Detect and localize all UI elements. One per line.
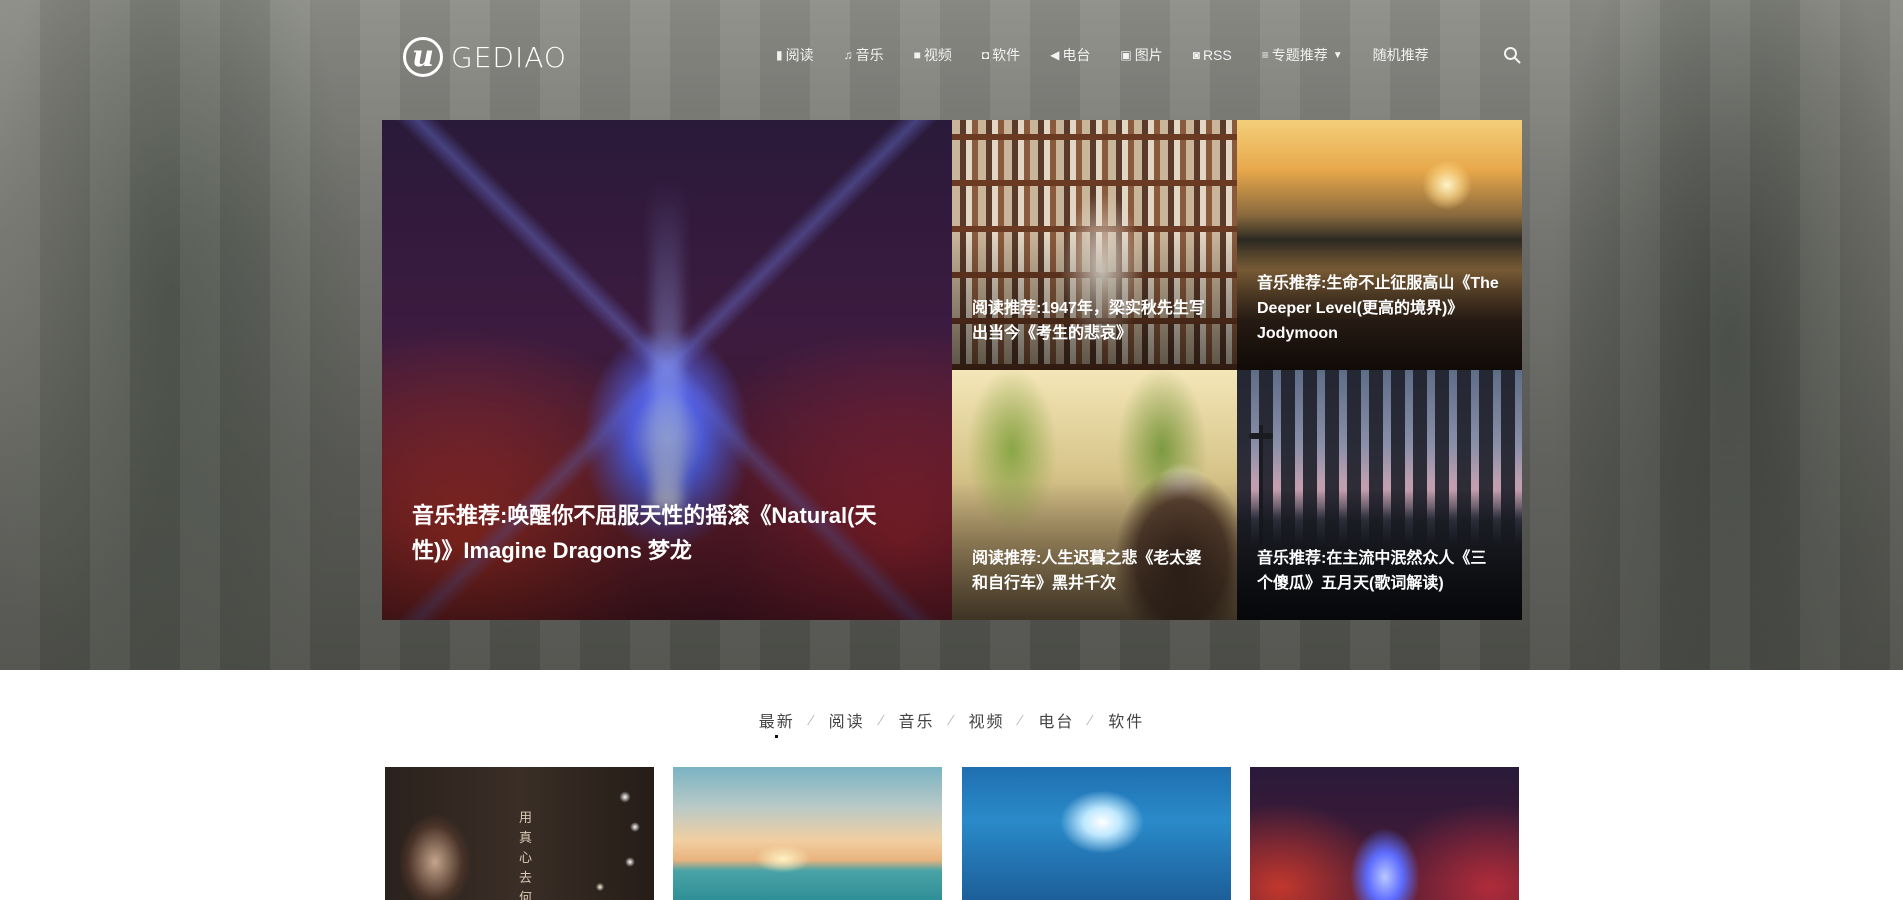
- tab-read[interactable]: 阅读: [829, 708, 865, 732]
- search-icon[interactable]: [1503, 46, 1521, 64]
- nav-item-music[interactable]: ♫ 音乐: [844, 45, 884, 65]
- rss-icon: ◙: [1192, 48, 1200, 62]
- tab-latest[interactable]: 最新: [759, 708, 795, 738]
- featured-title[interactable]: 音乐推荐:唤醒你不屈服天性的摇滚《Natural(天性)》Imagine Dra…: [412, 498, 902, 568]
- book-icon: ▮: [776, 48, 783, 62]
- nav-item-software[interactable]: ◘ 软件: [982, 45, 1020, 65]
- image-icon: ▣: [1120, 48, 1132, 62]
- nav-item-label: 视频: [923, 47, 952, 63]
- post-card-thumbnail[interactable]: [962, 767, 1231, 900]
- music-icon: ♫: [843, 48, 853, 62]
- featured-grid: 音乐推荐:唤醒你不屈服天性的摇滚《Natural(天性)》Imagine Dra…: [382, 120, 1522, 620]
- tab-video[interactable]: 视频: [968, 708, 1004, 732]
- nav-item-random[interactable]: 随机推荐: [1373, 45, 1429, 65]
- tab-separator: /: [945, 712, 958, 728]
- video-camera-icon: ■: [913, 48, 921, 62]
- nav-item-label: 图片: [1134, 47, 1163, 63]
- category-tabs: 最新 / 阅读 / 音乐 / 视频 / 电台 / 软件: [0, 708, 1903, 738]
- nav-item-topics[interactable]: ≡ 专题推荐 ▼: [1262, 45, 1343, 65]
- nav-item-label: 音乐: [855, 47, 884, 63]
- tab-software[interactable]: 软件: [1108, 708, 1144, 732]
- tab-separator: /: [1085, 712, 1098, 728]
- nav-item-read[interactable]: ▮ 阅读: [776, 45, 814, 65]
- featured-card[interactable]: 音乐推荐:生命不止征服高山《The Deeper Level(更高的境界)》Jo…: [1237, 120, 1522, 370]
- nav-item-label: 软件: [992, 47, 1021, 63]
- featured-title[interactable]: 阅读推荐:1947年，梁实秋先生写出当今《考生的悲哀》: [972, 296, 1217, 346]
- nav-item-video[interactable]: ■ 视频: [914, 45, 952, 65]
- featured-title[interactable]: 音乐推荐:在主流中泯然众人《三个傻瓜》五月天(歌词解读): [1257, 546, 1502, 596]
- nav-item-radio[interactable]: ◀ 电台: [1050, 45, 1090, 65]
- tab-separator: /: [1015, 712, 1028, 728]
- nav-item-label: 随机推荐: [1372, 47, 1429, 63]
- featured-card[interactable]: 阅读推荐:人生迟暮之悲《老太婆和自行车》黑井千次: [952, 370, 1237, 620]
- tab-radio[interactable]: 电台: [1038, 708, 1074, 732]
- logo-text: GEDIAO: [451, 40, 567, 74]
- speaker-icon: ◀: [1050, 48, 1060, 62]
- list-icon: ≡: [1261, 48, 1269, 62]
- featured-card[interactable]: 音乐推荐:在主流中泯然众人《三个傻瓜》五月天(歌词解读): [1237, 370, 1522, 620]
- logo-mark-icon: u: [403, 37, 443, 77]
- post-card-thumbnail[interactable]: 用真心去何: [385, 767, 654, 900]
- tab-separator: /: [805, 712, 818, 728]
- post-card-thumbnail[interactable]: [1250, 767, 1519, 900]
- main-nav: ▮ 阅读 ♫ 音乐 ■ 视频 ◘ 软件 ◀ 电台 ▣ 图片 ◙ RSS ≡ 专题…: [776, 45, 1459, 65]
- nav-item-label: 阅读: [785, 47, 814, 63]
- featured-card[interactable]: 阅读推荐:1947年，梁实秋先生写出当今《考生的悲哀》: [952, 120, 1237, 370]
- site-logo[interactable]: u GEDIAO: [403, 37, 567, 77]
- tab-separator: /: [875, 712, 888, 728]
- featured-card-main[interactable]: 音乐推荐:唤醒你不屈服天性的摇滚《Natural(天性)》Imagine Dra…: [382, 120, 952, 620]
- nav-item-label: 专题推荐: [1271, 47, 1328, 63]
- software-icon: ◘: [981, 48, 990, 62]
- tab-music[interactable]: 音乐: [899, 708, 935, 732]
- featured-title[interactable]: 阅读推荐:人生迟暮之悲《老太婆和自行车》黑井千次: [972, 546, 1217, 596]
- featured-title[interactable]: 音乐推荐:生命不止征服高山《The Deeper Level(更高的境界)》Jo…: [1257, 271, 1502, 346]
- nav-item-rss[interactable]: ◙ RSS: [1193, 47, 1232, 63]
- chevron-down-icon: ▼: [1332, 49, 1343, 61]
- post-card-thumbnail[interactable]: [673, 767, 942, 900]
- nav-item-images[interactable]: ▣ 图片: [1120, 45, 1162, 65]
- thumbnail-overlay-text: 用真心去何: [519, 811, 533, 900]
- nav-item-label: 电台: [1062, 47, 1091, 63]
- nav-item-label: RSS: [1202, 47, 1232, 63]
